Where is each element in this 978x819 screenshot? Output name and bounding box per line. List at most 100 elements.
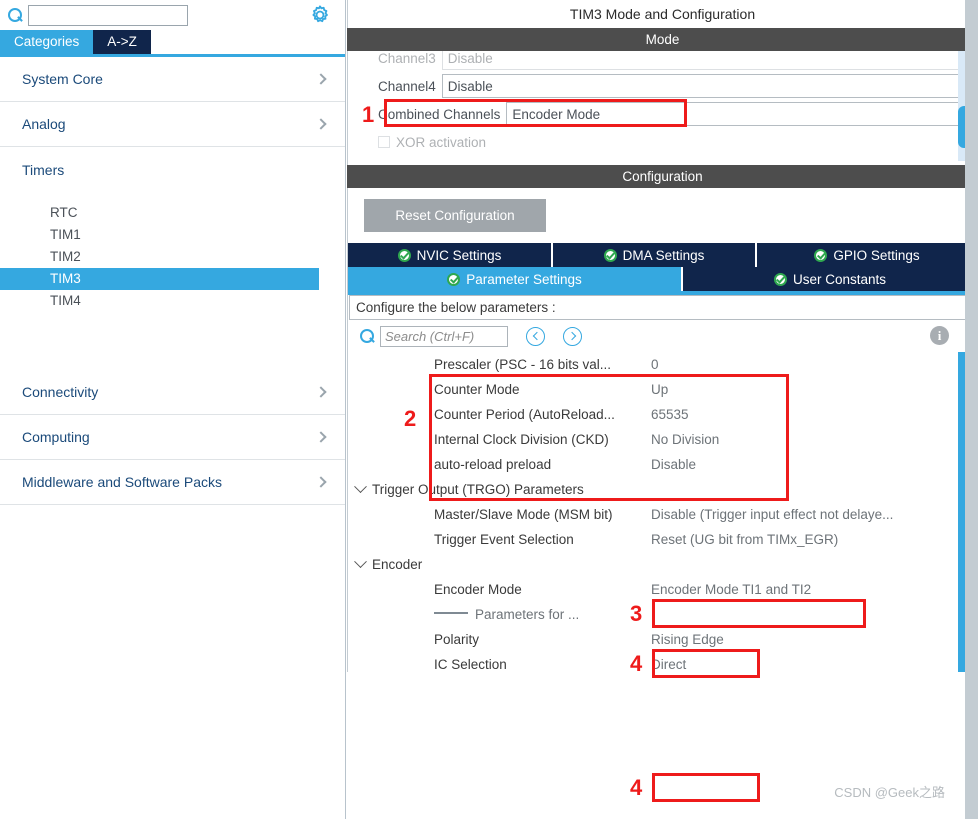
parameter-row[interactable]: Counter Period (AutoReload... 65535 xyxy=(348,402,977,427)
parameter-value: Disable xyxy=(651,457,697,472)
chevron-right-icon xyxy=(315,431,327,443)
group-label: Trigger Output (TRGO) Parameters xyxy=(372,482,584,497)
annotation-number-4a: 4 xyxy=(630,651,643,676)
config-tabs-row-1: NVIC Settings DMA Settings GPIO Settings xyxy=(348,243,977,267)
mode-row-xor-activation[interactable]: XOR activation xyxy=(378,129,492,155)
configure-hint-text: Configure the below parameters : xyxy=(349,295,976,320)
sidebar-category-computing[interactable]: Computing xyxy=(0,415,345,460)
sidebar-item-tim2[interactable]: TIM2 xyxy=(0,246,345,268)
mode-value-channel4: Disable xyxy=(447,78,493,94)
tab-parameter-settings[interactable]: Parameter Settings xyxy=(348,267,683,291)
parameter-row[interactable]: Polarity Rising Edge xyxy=(348,627,977,652)
mode-combo-channel3[interactable]: Disable xyxy=(441,51,977,70)
parameter-key: Master/Slave Mode (MSM bit) xyxy=(434,507,613,522)
mode-row-channel3[interactable]: Channel3 Disable xyxy=(378,51,977,71)
sidebar-item-rtc[interactable]: RTC xyxy=(0,202,345,224)
tab-label: DMA Settings xyxy=(622,247,705,263)
sidebar-item-tim1[interactable]: TIM1 xyxy=(0,224,345,246)
reset-bar: Reset Configuration xyxy=(348,188,977,243)
parameter-row[interactable]: Prescaler (PSC - 16 bits val... 0 xyxy=(348,352,977,377)
parameter-row[interactable]: Master/Slave Mode (MSM bit) Disable (Tri… xyxy=(348,502,977,527)
parameter-key: Polarity xyxy=(434,632,480,647)
mode-label-combined-channels: Combined Channels xyxy=(378,106,501,122)
parameter-search-input[interactable] xyxy=(380,325,508,347)
sidebar-category-timers[interactable]: Timers xyxy=(0,147,345,192)
page-title: TIM3 Mode and Configuration xyxy=(347,0,978,28)
parameter-row[interactable]: auto-reload preload Disable xyxy=(348,452,977,477)
search-previous-button[interactable] xyxy=(526,326,545,346)
parameter-row[interactable]: IC Selection Direct xyxy=(348,652,977,672)
mode-label-xor-activation: XOR activation xyxy=(396,134,487,150)
parameter-value: Disable (Trigger input effect not delaye… xyxy=(651,507,894,522)
parameter-key: IC Selection xyxy=(434,657,507,672)
parameter-value: Direct xyxy=(651,657,687,672)
sidebar-tab-strip: Categories A->Z xyxy=(0,29,345,57)
parameter-group-header[interactable]: Encoder xyxy=(348,552,977,577)
mode-row-combined-channels[interactable]: Combined Channels Encoder Mode xyxy=(378,101,977,127)
gear-icon[interactable] xyxy=(309,4,331,26)
group-label: Encoder xyxy=(372,557,423,572)
parameter-value: 0 xyxy=(651,357,659,372)
check-circle-icon xyxy=(814,248,828,262)
parameter-key: Trigger Event Selection xyxy=(434,532,574,547)
parameter-row[interactable]: Trigger Event Selection Reset (UG bit fr… xyxy=(348,527,977,552)
parameter-group-header[interactable]: Trigger Output (TRGO) Parameters xyxy=(348,477,977,502)
sidebar-tab-categories[interactable]: Categories xyxy=(0,29,94,54)
stm32cubemx-window: Categories A->Z System Core Analog Timer… xyxy=(0,0,978,819)
sidebar-search-row xyxy=(0,0,345,30)
parameter-row[interactable]: Counter Mode Up xyxy=(348,377,977,402)
parameter-value: Reset (UG bit from TIMx_EGR) xyxy=(651,532,839,547)
group-toggle[interactable]: Encoder xyxy=(348,555,423,572)
sidebar-category-connectivity[interactable]: Connectivity xyxy=(0,370,345,415)
configuration-body: Reset Configuration NVIC Settings DMA Se… xyxy=(347,188,978,672)
group-toggle[interactable]: Trigger Output (TRGO) Parameters xyxy=(348,480,584,497)
sidebar-category-label: Connectivity xyxy=(22,384,99,400)
xor-activation-checkbox[interactable] xyxy=(378,136,390,148)
tab-label: NVIC Settings xyxy=(416,247,502,263)
mode-value-combined-channels: Encoder Mode xyxy=(512,106,601,122)
sidebar-item-tim3[interactable]: TIM3 xyxy=(0,268,319,290)
configuration-panel: TIM3 Mode and Configuration Mode Channel… xyxy=(347,0,978,819)
tab-label: User Constants xyxy=(792,271,887,287)
check-circle-icon xyxy=(447,272,461,286)
sidebar-category-label: System Core xyxy=(22,71,103,87)
tab-user-constants[interactable]: User Constants xyxy=(683,267,977,291)
annotation-number-2: 2 xyxy=(404,406,417,431)
mode-combo-combined-channels[interactable]: Encoder Mode xyxy=(506,102,977,126)
tab-gpio-settings[interactable]: GPIO Settings xyxy=(757,243,977,267)
sidebar-category-middleware[interactable]: Middleware and Software Packs xyxy=(0,460,345,505)
sidebar-search-input[interactable] xyxy=(28,4,188,26)
parameter-key: Encoder Mode xyxy=(434,582,522,597)
search-icon xyxy=(6,6,24,24)
window-scrollbar[interactable] xyxy=(965,0,978,819)
chevron-down-icon xyxy=(354,555,367,569)
sidebar-category-system-core[interactable]: System Core xyxy=(0,57,345,102)
subgroup-label-wrap: Parameters for ... xyxy=(434,607,579,622)
sidebar-category-analog[interactable]: Analog xyxy=(0,102,345,147)
mode-row-channel4[interactable]: Channel4 Disable xyxy=(378,73,977,99)
check-circle-icon xyxy=(603,248,617,262)
parameter-key: Prescaler (PSC - 16 bits val... xyxy=(434,357,612,372)
tab-dma-settings[interactable]: DMA Settings xyxy=(553,243,757,267)
tab-label: Parameter Settings xyxy=(466,271,582,287)
config-tabs-row-2: Parameter Settings User Constants xyxy=(348,267,977,291)
parameter-value: No Division xyxy=(651,432,720,447)
info-icon[interactable]: i xyxy=(930,326,949,345)
search-next-button[interactable] xyxy=(563,326,582,346)
sidebar-tab-a-to-z[interactable]: A->Z xyxy=(93,29,151,54)
mode-combo-channel4[interactable]: Disable xyxy=(441,74,977,98)
configuration-section-header: Configuration xyxy=(347,165,978,188)
check-circle-icon xyxy=(397,248,411,262)
sidebar-category-label: Timers xyxy=(22,161,65,178)
sidebar-category-label: Computing xyxy=(22,429,90,445)
reset-configuration-button[interactable]: Reset Configuration xyxy=(364,199,546,232)
chevron-down-icon xyxy=(354,480,367,494)
parameter-row[interactable]: Encoder Mode Encoder Mode TI1 and TI2 xyxy=(348,577,977,602)
parameter-tree: Prescaler (PSC - 16 bits val... 0 Counte… xyxy=(348,352,977,672)
check-circle-icon xyxy=(773,272,787,286)
sidebar-item-tim4[interactable]: TIM4 xyxy=(0,290,345,312)
tab-nvic-settings[interactable]: NVIC Settings xyxy=(348,243,553,267)
tab-label: GPIO Settings xyxy=(833,247,920,263)
parameter-row[interactable]: Internal Clock Division (CKD) No Divisio… xyxy=(348,427,977,452)
